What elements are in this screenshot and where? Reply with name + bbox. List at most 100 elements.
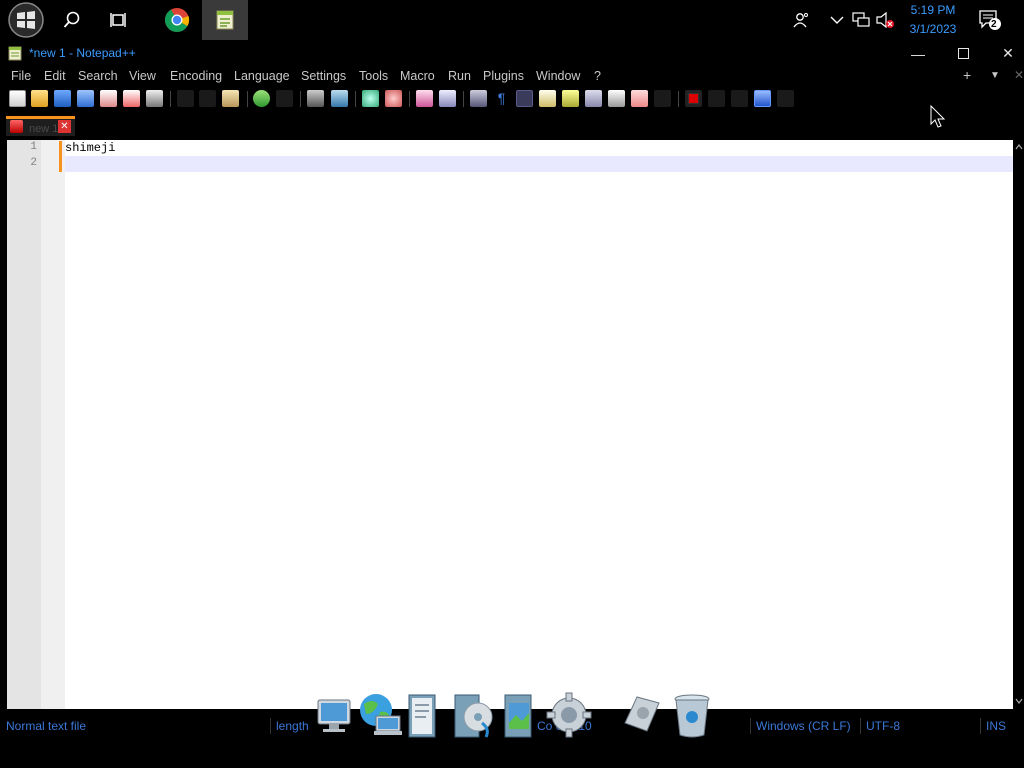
play-macro-icon[interactable]	[731, 90, 748, 107]
copy-icon[interactable]	[199, 90, 216, 107]
zoom-in-icon[interactable]	[362, 90, 379, 107]
volume-button[interactable]	[874, 0, 896, 40]
network-globe-icon[interactable]	[356, 692, 404, 738]
scroll-up-icon[interactable]	[1015, 144, 1023, 150]
editor[interactable]: 1 2 shimeji	[7, 140, 1013, 709]
run-macro-multiple-icon[interactable]	[754, 90, 771, 107]
udl-icon[interactable]	[539, 90, 556, 107]
menu-help[interactable]: ?	[594, 69, 601, 83]
line-number: 1	[30, 141, 37, 153]
close-button[interactable]: ✕	[985, 40, 1024, 67]
zoom-out-icon[interactable]	[385, 90, 402, 107]
people-icon	[793, 13, 808, 28]
monitoring-icon[interactable]	[654, 90, 671, 107]
close-tab-menu-button[interactable]: ✕	[1014, 68, 1024, 82]
fold-margin	[41, 140, 65, 709]
save-all-icon[interactable]	[77, 90, 94, 107]
code-line-current[interactable]	[65, 156, 1013, 172]
pictures-icon[interactable]	[502, 693, 536, 739]
word-wrap-icon[interactable]	[470, 90, 487, 107]
maximize-button[interactable]	[940, 40, 986, 67]
indent-guide-icon[interactable]	[516, 90, 533, 107]
people-button[interactable]	[788, 0, 814, 40]
find-icon[interactable]	[307, 90, 324, 107]
show-all-characters-icon[interactable]: ¶	[493, 90, 510, 107]
new-tab-button[interactable]: +	[963, 67, 971, 83]
clock-time: 5:19 PM	[910, 3, 956, 17]
cut-icon[interactable]	[177, 90, 194, 107]
mouse-cursor-icon	[930, 105, 946, 128]
volume-muted-icon	[876, 11, 894, 29]
scroll-down-icon[interactable]	[1015, 698, 1023, 704]
tab-label: new 1	[29, 123, 59, 135]
close-file-icon[interactable]	[100, 90, 117, 107]
menu-encoding[interactable]: Encoding	[170, 69, 222, 83]
media-player-icon[interactable]	[452, 693, 496, 739]
start-button[interactable]	[4, 0, 48, 40]
menu-macro[interactable]: Macro	[400, 69, 435, 83]
menu-edit[interactable]: Edit	[44, 69, 66, 83]
sync-vertical-icon[interactable]	[416, 90, 433, 107]
function-list-icon[interactable]	[608, 90, 625, 107]
show-hidden-icons-button[interactable]	[826, 0, 848, 40]
replace-icon[interactable]	[331, 90, 348, 107]
computer-icon[interactable]	[314, 697, 356, 737]
tab-list-dropdown[interactable]: ▼	[990, 70, 1000, 81]
menu-settings[interactable]: Settings	[301, 69, 346, 83]
menu-window[interactable]: Window	[536, 69, 580, 83]
code-line[interactable]: shimeji	[65, 140, 1013, 156]
chrome-taskbar-button[interactable]	[154, 0, 200, 40]
network-button[interactable]	[850, 0, 872, 40]
status-encoding[interactable]: UTF-8	[866, 719, 900, 733]
new-file-icon[interactable]	[9, 90, 26, 107]
drive-icon[interactable]	[619, 693, 663, 737]
line-number: 2	[30, 157, 37, 169]
unsaved-file-icon	[10, 120, 23, 133]
tab-bar: new 1 ✕	[0, 111, 1024, 136]
status-separator	[980, 718, 981, 734]
vertical-scrollbar[interactable]	[1013, 140, 1024, 709]
status-eol[interactable]: Windows (CR LF)	[756, 719, 851, 733]
print-icon[interactable]	[146, 90, 163, 107]
menu-run[interactable]: Run	[448, 69, 471, 83]
sync-horizontal-icon[interactable]	[439, 90, 456, 107]
search-button[interactable]	[49, 0, 95, 40]
menu-language[interactable]: Language	[234, 69, 290, 83]
menu-plugins[interactable]: Plugins	[483, 69, 524, 83]
notepadpp-taskbar-button[interactable]	[202, 0, 248, 40]
save-icon[interactable]	[54, 90, 71, 107]
toolbar-separator	[300, 91, 301, 107]
settings-gear-icon[interactable]	[546, 692, 592, 738]
status-insert-mode[interactable]: INS	[986, 719, 1006, 733]
menu-view[interactable]: View	[129, 69, 156, 83]
stop-macro-icon[interactable]	[708, 90, 725, 107]
tab-close-icon[interactable]: ✕	[58, 120, 71, 133]
network-icon	[852, 12, 870, 27]
menu-file[interactable]: File	[11, 69, 31, 83]
close-all-icon[interactable]	[123, 90, 140, 107]
minimize-button[interactable]: —	[895, 40, 941, 67]
redo-icon[interactable]	[276, 90, 293, 107]
action-center-button[interactable]: 2	[976, 0, 1004, 40]
recycle-bin-icon[interactable]	[672, 693, 712, 739]
record-macro-icon[interactable]	[685, 90, 702, 107]
paste-icon[interactable]	[222, 90, 239, 107]
notepadpp-icon	[216, 10, 234, 30]
menu-search[interactable]: Search	[78, 69, 118, 83]
save-macro-icon[interactable]	[777, 90, 794, 107]
chevron-up-icon	[830, 16, 844, 24]
menu-bar: File Edit Search View Encoding Language …	[0, 67, 1024, 87]
doc-list-icon[interactable]	[585, 90, 602, 107]
documents-icon[interactable]	[406, 693, 440, 739]
undo-icon[interactable]	[253, 90, 270, 107]
menu-tools[interactable]: Tools	[359, 69, 388, 83]
doc-map-icon[interactable]	[562, 90, 579, 107]
notification-icon	[979, 10, 1001, 30]
taskbar: 5:19 PM 3/1/2023 2	[0, 0, 1024, 40]
clock[interactable]: 5:19 PM 3/1/2023	[898, 0, 968, 40]
open-file-icon[interactable]	[31, 90, 48, 107]
toolbar-separator	[463, 91, 464, 107]
toolbar-separator	[247, 91, 248, 107]
folder-workspace-icon[interactable]	[631, 90, 648, 107]
task-view-button[interactable]	[96, 0, 142, 40]
